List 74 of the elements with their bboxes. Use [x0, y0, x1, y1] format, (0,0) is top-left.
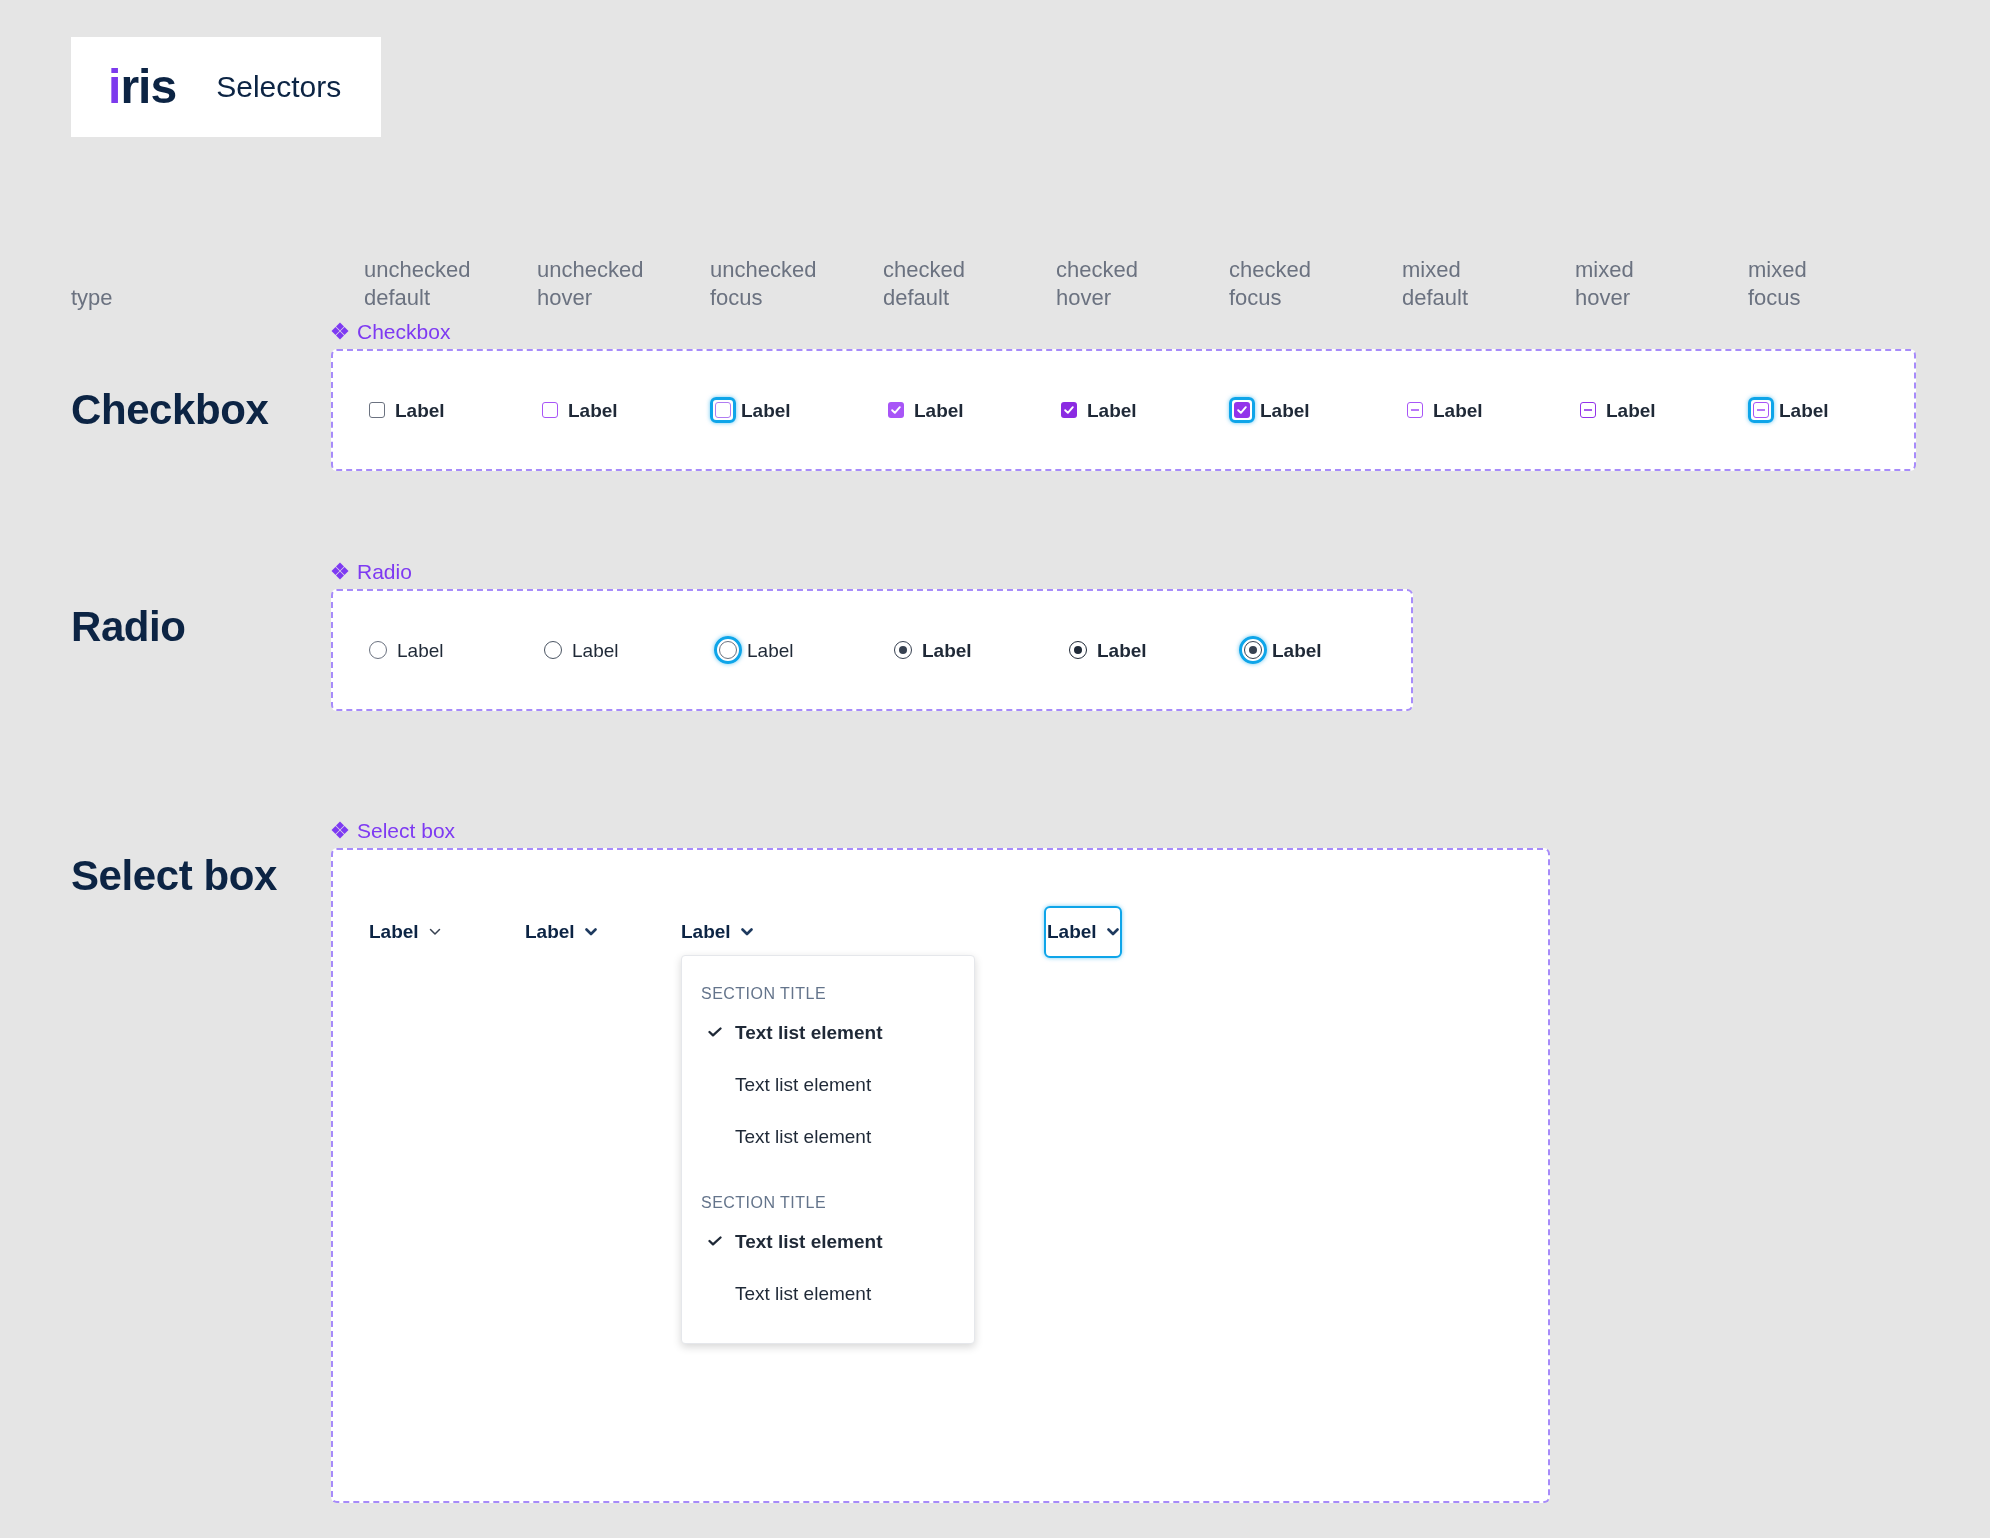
- column-header: unchecked hover: [537, 256, 644, 312]
- component-icon: [331, 821, 349, 839]
- select-box[interactable]: Label: [369, 906, 441, 958]
- select-box[interactable]: Label: [681, 906, 753, 958]
- check-icon: [708, 1027, 722, 1037]
- column-header: unchecked focus: [710, 256, 817, 312]
- chevron-down-icon: [740, 928, 753, 936]
- section-title: Select box: [71, 851, 278, 901]
- checkbox[interactable]: [542, 402, 558, 418]
- checkbox-label: Label: [1087, 400, 1137, 420]
- checkbox-label: Label: [914, 400, 964, 420]
- component-label: Radio: [357, 560, 412, 582]
- minus-icon: [1757, 409, 1765, 411]
- menu-item[interactable]: Text list element: [735, 1022, 883, 1042]
- radio-label: Label: [1097, 640, 1147, 660]
- menu-section-title: SECTION TITLE: [701, 984, 827, 1004]
- radio-button[interactable]: [719, 641, 737, 659]
- menu-item[interactable]: Text list element: [735, 1231, 883, 1251]
- radio-label: Label: [397, 640, 444, 660]
- column-header: mixed hover: [1575, 256, 1634, 312]
- checkbox-label: Label: [568, 400, 618, 420]
- column-header: unchecked default: [364, 256, 471, 312]
- chevron-down-icon: [1106, 928, 1119, 936]
- menu-item[interactable]: Text list element: [735, 1074, 872, 1094]
- column-header: mixed default: [1402, 256, 1469, 312]
- radio-label: Label: [747, 640, 794, 660]
- component-icon: [331, 562, 349, 580]
- type-header: type: [71, 284, 114, 312]
- column-header: mixed focus: [1748, 256, 1807, 312]
- checkbox-label: Label: [1433, 400, 1483, 420]
- checkbox[interactable]: [1580, 402, 1596, 418]
- column-header: checked hover: [1056, 256, 1138, 312]
- radio-label: Label: [572, 640, 619, 660]
- radio-button[interactable]: [1244, 641, 1262, 659]
- check-icon: [891, 406, 901, 414]
- checkbox-label: Label: [741, 400, 791, 420]
- menu-item[interactable]: Text list element: [735, 1283, 872, 1303]
- radio-button[interactable]: [1069, 641, 1087, 659]
- checkbox[interactable]: [1229, 397, 1255, 423]
- checkbox[interactable]: [1407, 402, 1423, 418]
- select-box[interactable]: Label: [1044, 906, 1122, 958]
- minus-icon: [1411, 409, 1419, 411]
- checkbox[interactable]: [1748, 397, 1774, 423]
- check-icon: [1064, 406, 1074, 414]
- checkbox-label: Label: [395, 400, 445, 420]
- page-title: Selectors: [216, 72, 342, 102]
- checkbox-label: Label: [1606, 400, 1656, 420]
- radio-button[interactable]: [544, 641, 562, 659]
- logo: iris: [108, 63, 177, 111]
- component-label: Checkbox: [357, 320, 451, 342]
- column-header: checked focus: [1229, 256, 1311, 312]
- check-icon: [708, 1236, 722, 1246]
- component-icon: [331, 322, 349, 340]
- component-label: Select box: [357, 819, 456, 841]
- menu-section-title: SECTION TITLE: [701, 1193, 827, 1213]
- checkbox[interactable]: [710, 397, 736, 423]
- select-box[interactable]: Label: [525, 906, 597, 958]
- radio-button[interactable]: [369, 641, 387, 659]
- chevron-down-icon: [584, 928, 597, 936]
- radio-label: Label: [922, 640, 972, 660]
- checkbox-label: Label: [1779, 400, 1829, 420]
- menu-item[interactable]: Text list element: [735, 1126, 872, 1146]
- checkbox[interactable]: [369, 402, 385, 418]
- section-title: Checkbox: [71, 385, 270, 435]
- checkbox[interactable]: [1061, 402, 1077, 418]
- radio-label: Label: [1272, 640, 1322, 660]
- check-icon: [1237, 406, 1247, 414]
- checkbox[interactable]: [888, 402, 904, 418]
- minus-icon: [1584, 409, 1592, 411]
- radio-button[interactable]: [894, 641, 912, 659]
- column-header: checked default: [883, 256, 965, 312]
- section-title: Radio: [71, 602, 187, 652]
- checkbox-label: Label: [1260, 400, 1310, 420]
- chevron-down-icon: [428, 928, 441, 936]
